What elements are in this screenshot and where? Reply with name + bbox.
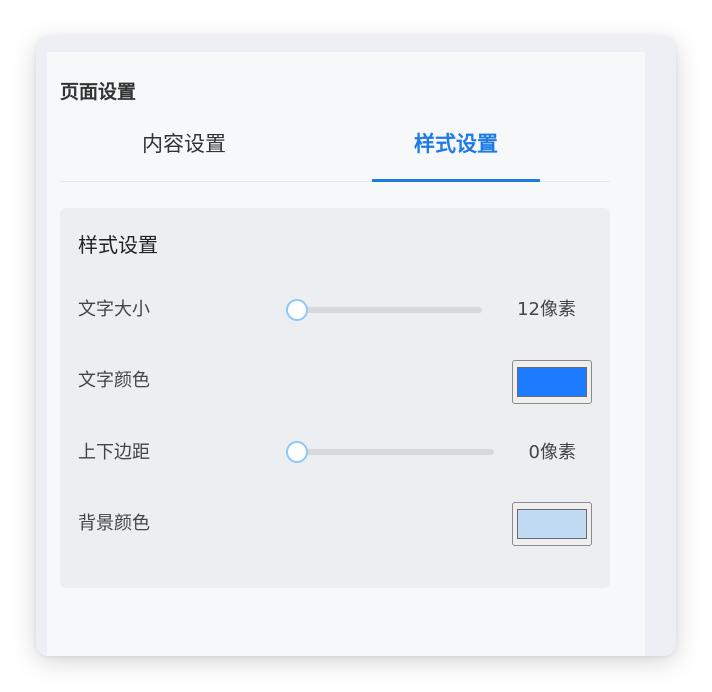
- tab-content-settings[interactable]: 内容设置: [60, 116, 308, 182]
- vertical-margin-slider-track[interactable]: [288, 449, 494, 455]
- vertical-margin-label: 上下边距: [78, 442, 150, 463]
- background-color-picker[interactable]: [512, 502, 592, 546]
- vertical-margin-value: 0像素: [528, 442, 576, 463]
- text-color-picker[interactable]: [512, 360, 592, 404]
- font-size-value: 12像素: [517, 299, 576, 320]
- background-color-swatch: [517, 509, 587, 539]
- settings-tabs: 内容设置 样式设置: [60, 116, 610, 182]
- active-tab-indicator: [372, 179, 540, 182]
- font-size-slider-thumb[interactable]: [286, 299, 308, 321]
- background-color-label: 背景颜色: [78, 513, 150, 534]
- page-settings-card: 页面设置 内容设置 样式设置 样式设置 文字大小 12像素 文字颜色 上下边距 …: [36, 36, 676, 656]
- panel-title: 页面设置: [60, 81, 137, 103]
- text-color-swatch: [517, 367, 587, 397]
- text-color-label: 文字颜色: [78, 370, 150, 391]
- style-settings-section: 样式设置 文字大小 12像素 文字颜色 上下边距 0像素 背景颜色: [60, 208, 610, 588]
- tab-style-settings[interactable]: 样式设置: [372, 116, 540, 182]
- vertical-margin-slider-thumb[interactable]: [286, 441, 308, 463]
- section-title: 样式设置: [78, 233, 158, 257]
- font-size-label: 文字大小: [78, 299, 150, 320]
- font-size-slider-track[interactable]: [288, 307, 482, 313]
